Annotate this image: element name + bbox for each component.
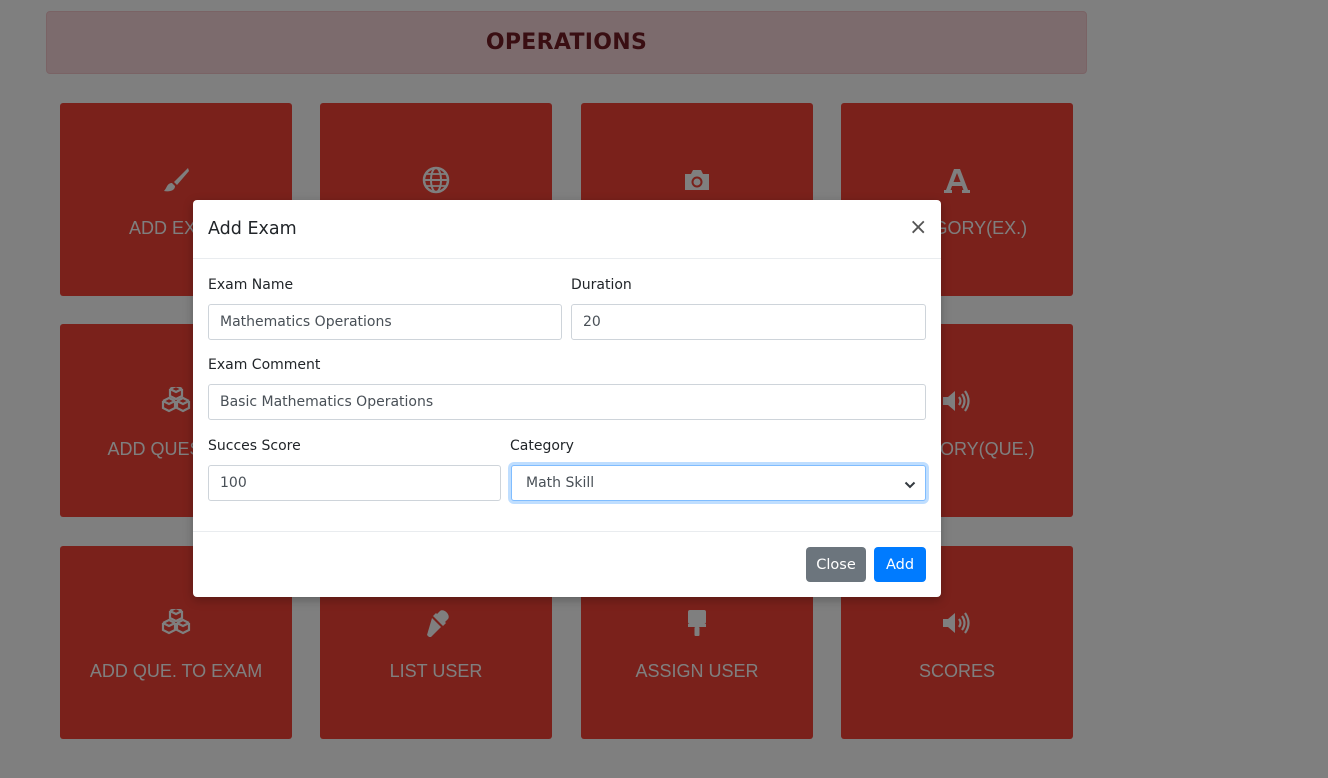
category-select[interactable]: Math Skill: [511, 465, 926, 501]
duration-label: Duration: [571, 277, 632, 293]
category-label: Category: [510, 438, 574, 454]
duration-input[interactable]: 20: [571, 304, 926, 340]
add-exam-modal: Add Exam × Exam Name Mathematics Operati…: [193, 200, 941, 597]
modal-title: Add Exam: [208, 219, 297, 239]
modal-header: Add Exam ×: [193, 200, 941, 259]
duration-value: 20: [583, 314, 601, 330]
success-score-value: 100: [220, 475, 247, 491]
chevron-down-icon: [904, 478, 916, 494]
exam-name-input[interactable]: Mathematics Operations: [208, 304, 562, 340]
close-button[interactable]: Close: [806, 547, 866, 582]
close-icon[interactable]: ×: [909, 216, 927, 240]
exam-comment-input[interactable]: Basic Mathematics Operations: [208, 384, 926, 420]
success-score-input[interactable]: 100: [208, 465, 501, 501]
exam-name-value: Mathematics Operations: [220, 314, 392, 330]
exam-name-label: Exam Name: [208, 277, 294, 293]
category-value: Math Skill: [526, 475, 595, 491]
exam-comment-label: Exam Comment: [208, 357, 321, 373]
success-score-label: Succes Score: [208, 438, 301, 454]
add-button[interactable]: Add: [874, 547, 926, 582]
exam-comment-value: Basic Mathematics Operations: [220, 394, 434, 410]
modal-footer: Close Add: [193, 531, 941, 597]
